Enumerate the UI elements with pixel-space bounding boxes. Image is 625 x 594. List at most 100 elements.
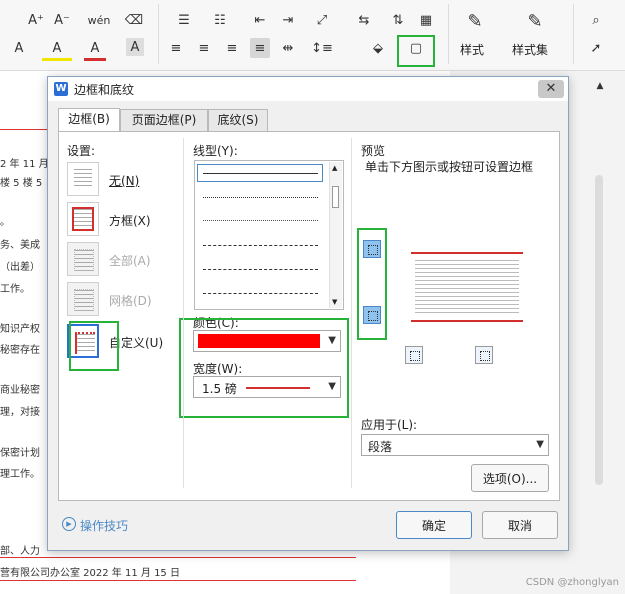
doc-line: 务、美成 bbox=[0, 240, 40, 251]
shading-icon[interactable]: ⬙ bbox=[364, 38, 392, 58]
right-border-button[interactable] bbox=[475, 346, 493, 364]
border-button-highlight bbox=[397, 35, 435, 67]
doc-line: 2 年 11 月 bbox=[0, 159, 49, 170]
numbered-list-icon[interactable]: ☷ bbox=[206, 10, 234, 30]
tab-shading[interactable]: 底纹(S) bbox=[208, 109, 268, 131]
line-style-solid[interactable] bbox=[203, 173, 318, 174]
borders-panel: 设置: 无(N) 方框(X) 全部(A) 网格(D) 自定义(U) 线型(Y): bbox=[58, 131, 560, 501]
scroll-up-icon[interactable]: ▲ bbox=[332, 164, 337, 172]
column-divider bbox=[183, 138, 184, 488]
options-button[interactable]: 选项(O)... bbox=[471, 464, 549, 492]
style-set-label[interactable]: 样式集 bbox=[512, 41, 548, 58]
setting-none-icon bbox=[67, 162, 99, 196]
apply-to-label: 应用于(L): bbox=[361, 418, 418, 432]
doc-line: （出差） bbox=[0, 262, 40, 273]
doc-line: 工作。 bbox=[0, 284, 30, 295]
cancel-button[interactable]: 取消 bbox=[482, 511, 558, 539]
phonetic-guide-button[interactable]: wén bbox=[84, 10, 114, 30]
setting-none[interactable]: 无(N) bbox=[67, 162, 187, 200]
red-rule bbox=[0, 129, 48, 130]
setting-box-label: 方框(X) bbox=[109, 214, 151, 228]
align-center-icon[interactable]: ≡ bbox=[194, 38, 214, 58]
style-label[interactable]: 样式 bbox=[460, 41, 484, 58]
show-marks-icon[interactable]: ▦ bbox=[416, 10, 436, 30]
dialog-title: 边框和底纹 bbox=[74, 83, 135, 97]
justify-icon[interactable]: ≡ bbox=[250, 38, 270, 58]
color-width-highlight bbox=[179, 318, 349, 418]
line-style-long-dash[interactable] bbox=[203, 269, 318, 270]
line-style-dotted[interactable] bbox=[203, 197, 318, 198]
align-left-icon[interactable]: ≡ bbox=[166, 38, 186, 58]
settings-label: 设置: bbox=[67, 144, 96, 158]
line-style-fine-dot[interactable] bbox=[203, 220, 318, 221]
style-icon[interactable]: ✎ bbox=[462, 8, 488, 34]
preview-hint: 单击下方图示或按钮可设置边框 bbox=[365, 160, 534, 174]
dialog-titlebar[interactable]: W 边框和底纹 ✕ bbox=[48, 77, 568, 101]
shrink-font-button[interactable]: A⁻ bbox=[52, 10, 72, 30]
chevron-down-icon: ▼ bbox=[536, 439, 544, 450]
apply-to-dropdown[interactable]: 段落 ▼ bbox=[361, 434, 549, 456]
tab-borders[interactable]: 边框(B) bbox=[58, 108, 120, 132]
ribbon-separator bbox=[448, 4, 449, 64]
apply-to-value: 段落 bbox=[368, 440, 393, 454]
setting-all: 全部(A) bbox=[67, 242, 187, 280]
ok-button[interactable]: 确定 bbox=[396, 511, 472, 539]
watermark: CSDN @zhonglyan bbox=[525, 577, 619, 588]
preview-paragraph bbox=[411, 252, 523, 322]
close-button[interactable]: ✕ bbox=[538, 80, 564, 98]
decrease-indent-icon[interactable]: ⇤ bbox=[250, 10, 270, 30]
ribbon-separator bbox=[158, 4, 159, 64]
left-border-button[interactable] bbox=[405, 346, 423, 364]
preview-label: 预览 bbox=[361, 144, 386, 158]
line-style-dash-dot[interactable] bbox=[203, 293, 318, 294]
doc-line: 知识产权 bbox=[0, 324, 40, 335]
text-direction-icon[interactable]: ⤢ bbox=[308, 10, 336, 30]
bullet-list-icon[interactable]: ☰ bbox=[170, 10, 198, 30]
borders-shading-dialog: W 边框和底纹 ✕ 边框(B) 页面边框(P) 底纹(S) 设置: 无(N) 方… bbox=[47, 76, 569, 551]
align-right-icon[interactable]: ≡ bbox=[222, 38, 242, 58]
scroll-thumb[interactable] bbox=[332, 186, 339, 208]
setting-all-icon bbox=[67, 242, 99, 276]
doc-line: 秘密存在 bbox=[0, 345, 40, 356]
tab-page-border[interactable]: 页面边框(P) bbox=[120, 109, 208, 131]
ribbon-separator bbox=[573, 4, 574, 64]
doc-line: 营有限公司办公室 2022 年 11 月 15 日 bbox=[0, 568, 180, 579]
setting-all-label: 全部(A) bbox=[109, 254, 151, 268]
font-color-button[interactable]: A bbox=[84, 38, 106, 61]
text-effect-button[interactable]: A bbox=[4, 38, 34, 58]
chinese-layout-icon[interactable]: ⇆ bbox=[350, 10, 378, 30]
doc-line: 理工作。 bbox=[0, 469, 40, 480]
clear-format-button[interactable]: ⌫ bbox=[124, 10, 144, 30]
red-rule bbox=[0, 557, 356, 558]
preview-text-lines bbox=[415, 260, 519, 316]
setting-none-label: 无(N) bbox=[109, 174, 140, 188]
setting-box[interactable]: 方框(X) bbox=[67, 202, 187, 240]
distribute-icon[interactable]: ⇹ bbox=[278, 38, 298, 58]
search-icon[interactable]: ⌕ bbox=[584, 10, 608, 30]
style-set-icon[interactable]: ✎ bbox=[522, 8, 548, 34]
sort-icon[interactable]: ⇅ bbox=[388, 10, 408, 30]
ribbon-toolbar: A⁺ A⁻ wén ⌫ A A A A ☰ ☷ ⇤ ⇥ ⤢ ⇆ ⇅ ▦ ≡ ≡ … bbox=[0, 0, 625, 71]
setting-grid-icon bbox=[67, 282, 99, 316]
select-cursor-icon[interactable]: ➚ bbox=[584, 38, 608, 58]
red-rule bbox=[0, 580, 356, 581]
line-style-list[interactable]: ▲ ▼ bbox=[194, 160, 344, 310]
tips-link[interactable]: 操作技巧 bbox=[80, 517, 128, 534]
scroll-down-icon[interactable]: ▼ bbox=[332, 298, 337, 306]
scroll-up-icon[interactable]: ▲ bbox=[594, 80, 606, 92]
tips-icon[interactable]: ▶ bbox=[62, 517, 76, 531]
increase-indent-icon[interactable]: ⇥ bbox=[278, 10, 298, 30]
line-spacing-icon[interactable]: ↕≡ bbox=[308, 38, 336, 58]
highlight-color-button[interactable]: A bbox=[42, 38, 72, 61]
line-style-dash[interactable] bbox=[203, 245, 318, 246]
setting-grid-label: 网格(D) bbox=[109, 294, 152, 308]
char-shading-button[interactable]: A bbox=[126, 38, 144, 56]
grow-font-button[interactable]: A⁺ bbox=[26, 10, 46, 30]
line-style-scrollbar[interactable]: ▲ ▼ bbox=[329, 162, 342, 308]
preview-bottom-border bbox=[411, 320, 523, 322]
doc-line: 保密计划 bbox=[0, 448, 40, 459]
doc-line: 理，对接 bbox=[0, 407, 40, 418]
vertical-scrollbar[interactable] bbox=[595, 175, 603, 485]
doc-line: 。 bbox=[0, 217, 10, 228]
column-divider bbox=[351, 138, 352, 488]
